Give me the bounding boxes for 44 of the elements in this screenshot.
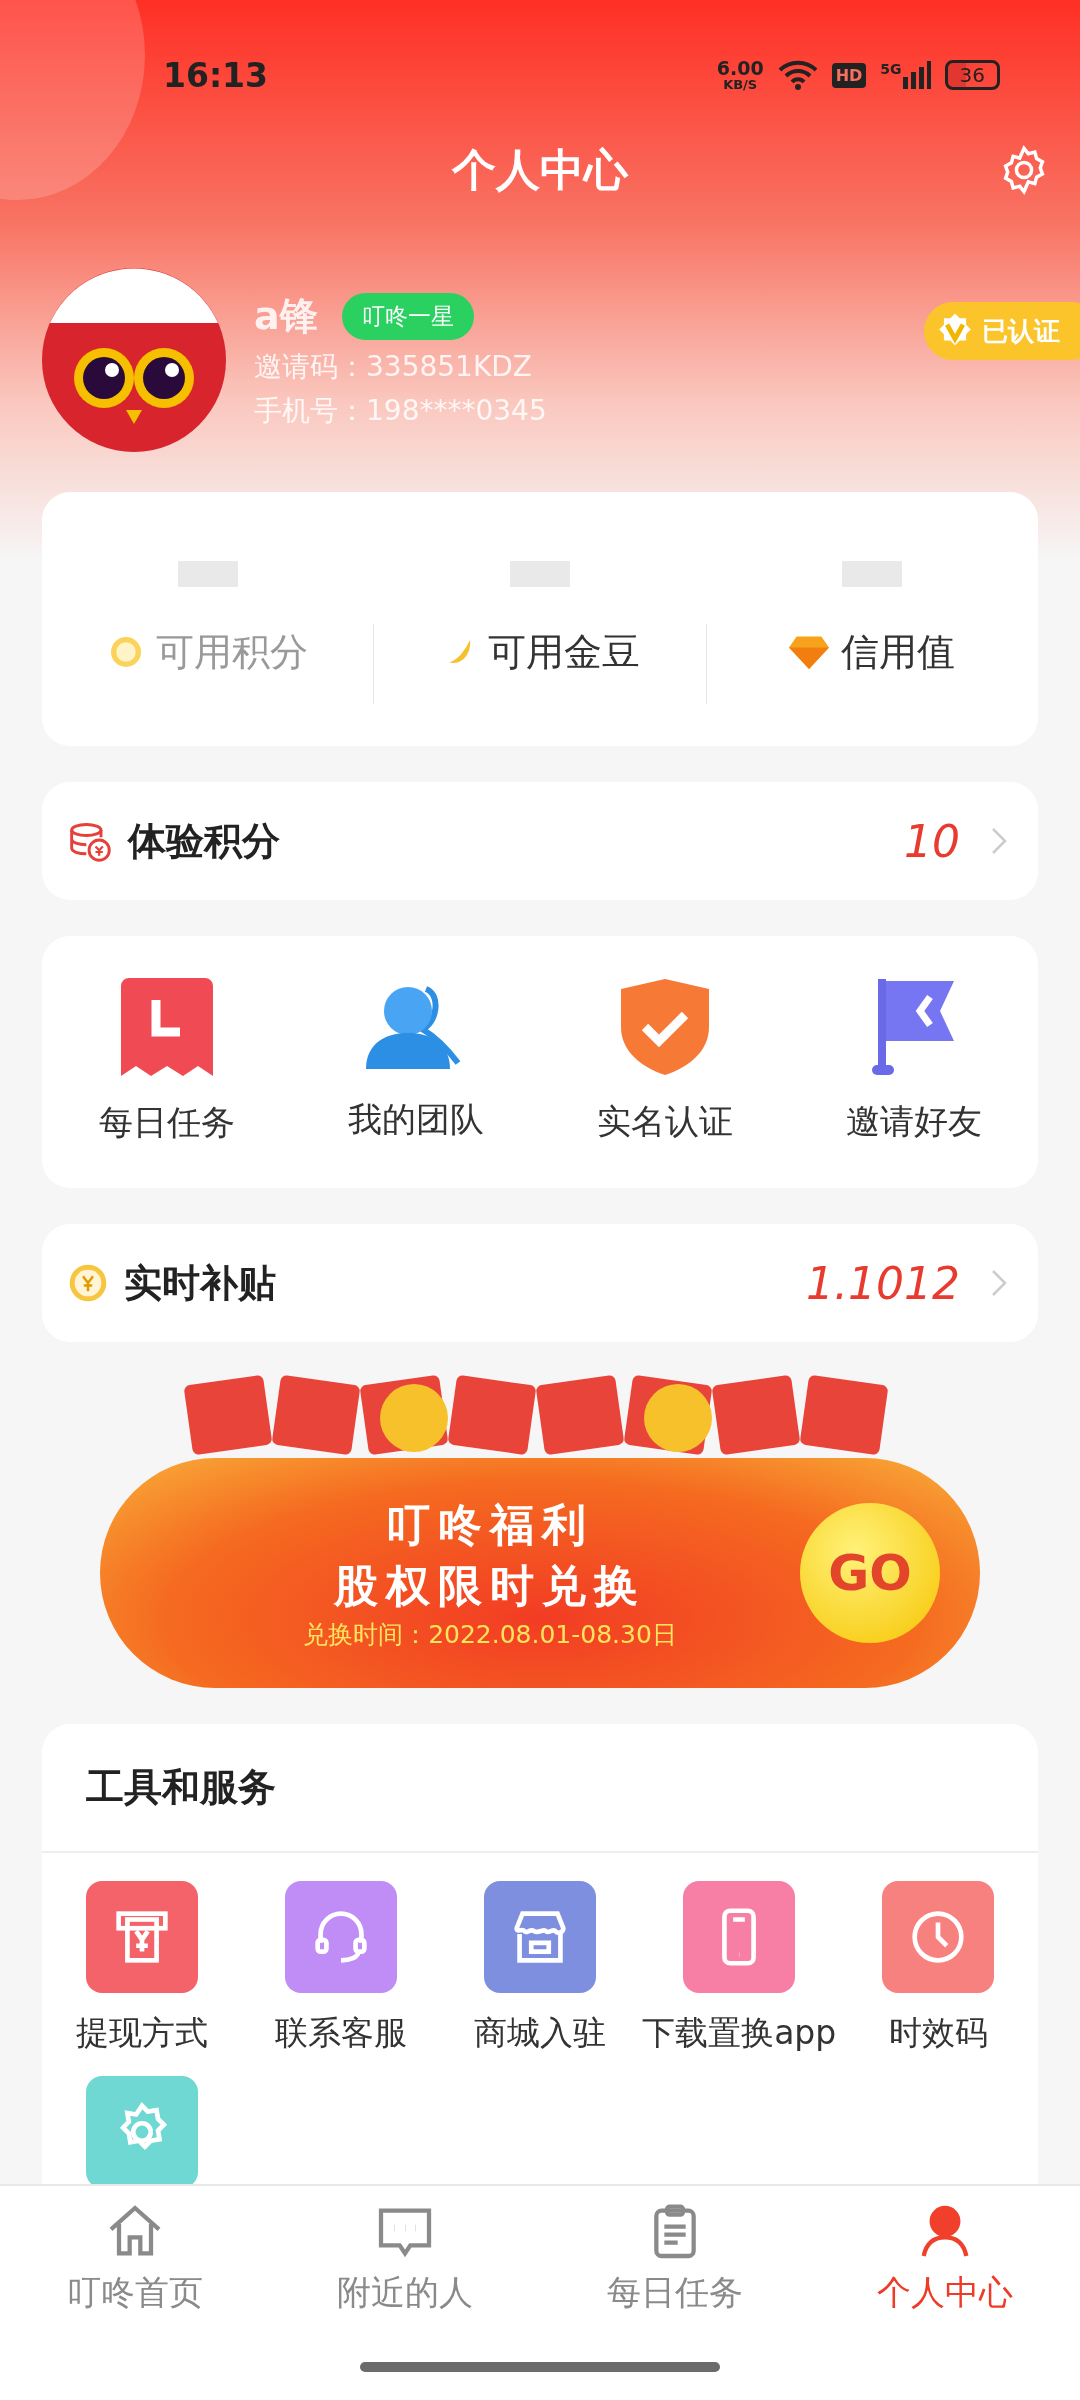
verified-badge: 已认证 [924,302,1080,360]
battery-indicator: 36 [944,60,1000,90]
yuan-coin-icon [68,1263,108,1303]
row-label: 实时补贴 [124,1259,277,1307]
shield-check-icon [620,979,709,1075]
section-title: 工具和服务 [42,1724,1038,1853]
phone-number: 手机号：198****0345 [254,392,547,429]
quick-action[interactable]: 每日任务 [51,978,282,1146]
tool-item[interactable]: 商城入驻 [440,1881,640,2056]
quick-action[interactable]: 我的团队 [300,981,531,1143]
invite-code: 邀请码：335851KDZ [254,348,533,385]
tool-item[interactable]: 时效码 [838,1881,1038,2056]
status-time: 16:13 [163,55,269,95]
row-value: 1.1012 [806,1257,960,1309]
tool-item[interactable]: 下载置换app [639,1881,839,2056]
owl-avatar[interactable] [42,268,226,452]
user-name: a锋 [254,292,318,340]
subsidy-row[interactable]: 实时补贴 1.1012 [42,1224,1038,1342]
wifi-icon [777,60,818,90]
hd-badge: HD [831,62,867,88]
stat-label: 可用金豆 [488,628,640,676]
chevron-right-icon [990,826,1008,856]
row-label: 体验积分 [128,817,281,865]
tool-item[interactable]: 提现方式 [42,1881,242,2056]
tab-item[interactable]: 个人中心 [835,2200,1055,2330]
page-title: 个人中心 [452,142,628,197]
stat-label: 信用值 [841,628,956,676]
stat-label: 可用积分 [155,628,308,676]
quick-action[interactable]: 实名认证 [549,979,780,1145]
tool-item[interactable]: 联系客服 [241,1881,441,2056]
quick-action[interactable]: 邀请好友 [798,979,1029,1145]
row-value: 10 [904,815,960,867]
network-speed: 6.00 KB/S [716,59,764,91]
flag-icon [871,979,956,1075]
banner-subtitle: 股权限时兑换 [334,1558,646,1613]
banner-date: 兑换时间：2022.08.01-08.30日 [303,1618,677,1651]
diamond-icon [789,634,830,670]
calendar-clock-icon [120,978,213,1076]
experience-points-row[interactable]: 体验积分 10 [42,782,1038,900]
chevron-right-icon [990,1268,1008,1298]
promo-banner[interactable]: 叮咚福利 股权限时兑换 兑换时间：2022.08.01-08.30日 GO [100,1458,980,1688]
signal-indicator: 5G [880,61,931,89]
banner-title: 叮咚福利 [386,1497,594,1552]
level-badge: 叮咚一星 [341,292,474,340]
